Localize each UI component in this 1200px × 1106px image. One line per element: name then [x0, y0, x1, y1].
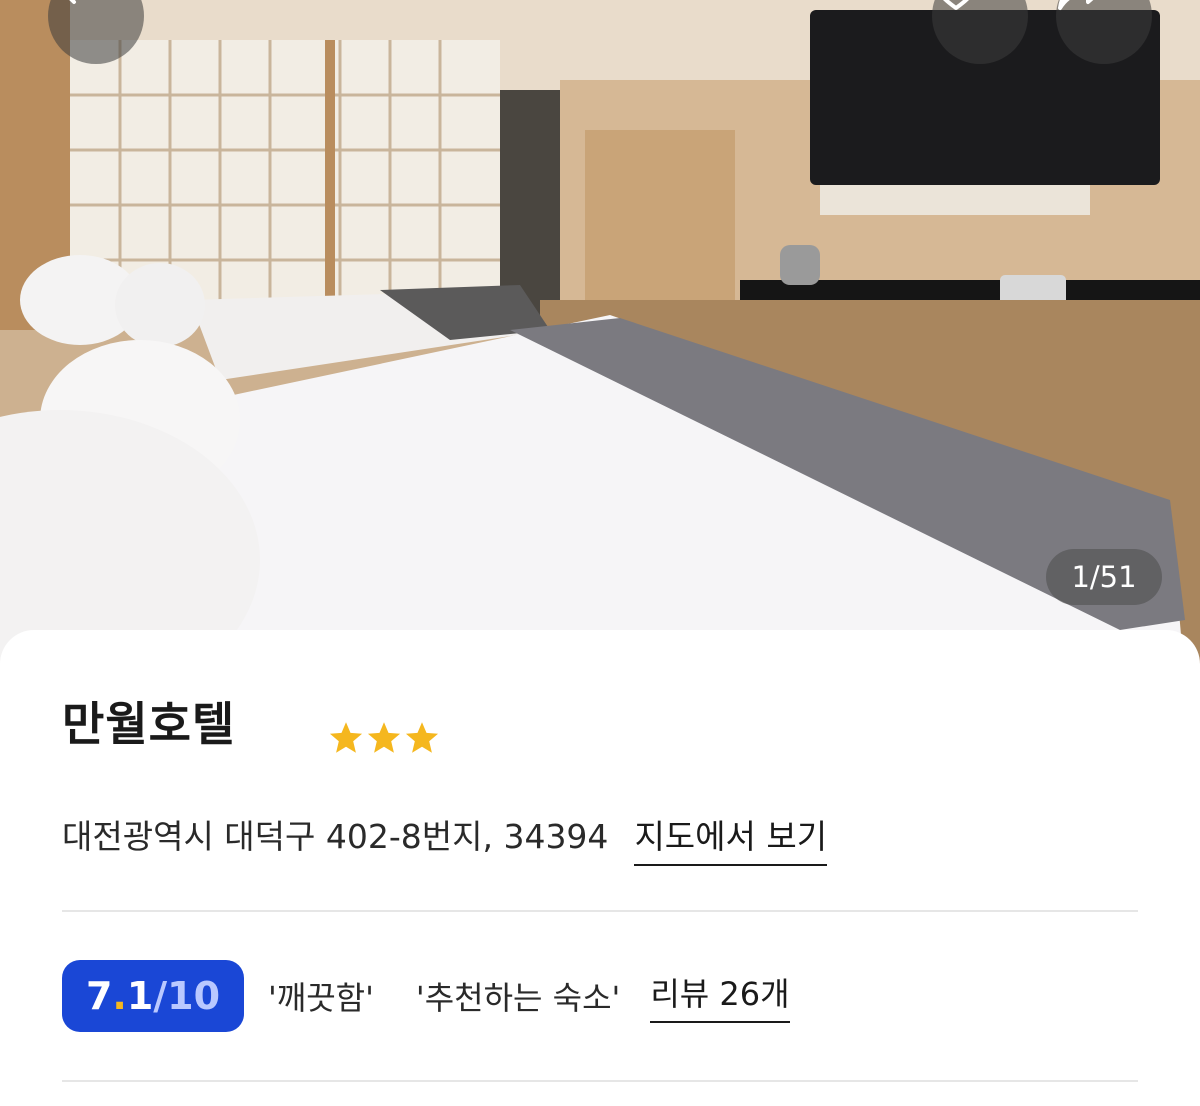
chevron-left-icon [69, 0, 76, 4]
star-icon [367, 722, 401, 753]
score-main: 7 [85, 974, 113, 1018]
hotel-name: 만월호텔 [62, 697, 236, 751]
view-on-map-link[interactable]: 지도에서 보기 [634, 810, 828, 866]
hotel-room-image [0, 0, 1200, 680]
review-score-badge[interactable]: 7. 1/10 [62, 960, 244, 1032]
review-count-link[interactable]: 리뷰 26개 [650, 969, 790, 1023]
score-decimal: 1 [126, 974, 154, 1018]
hotel-address: 대전광역시 대덕구 402-8번지, 34394 [62, 817, 609, 856]
review-tag: '깨끗함' [268, 979, 374, 1017]
star-icon [329, 722, 363, 753]
score-dot: . [112, 974, 127, 1018]
divider [62, 1080, 1138, 1082]
star-icon [405, 722, 439, 753]
divider [62, 910, 1138, 912]
review-tag: '추천하는 숙소' [415, 979, 621, 1017]
photo-counter: 1/51 [1046, 549, 1162, 605]
heart-icon [943, 0, 969, 10]
address-row: 대전광역시 대덕구 402-8번지, 34394 지도에서 보기 [62, 810, 828, 866]
review-summary: 7. 1/10 '깨끗함' '추천하는 숙소' 리뷰 26개 [62, 960, 790, 1032]
hotel-info-sheet: 만월호텔 대전광역시 대덕구 402-8번지, 34394 지도에서 보기 7.… [0, 630, 1200, 1106]
score-max: /10 [153, 974, 221, 1018]
hotel-photo[interactable]: 1/51 [0, 0, 1200, 680]
star-rating [328, 720, 440, 756]
share-arrow-icon [1058, 0, 1094, 10]
